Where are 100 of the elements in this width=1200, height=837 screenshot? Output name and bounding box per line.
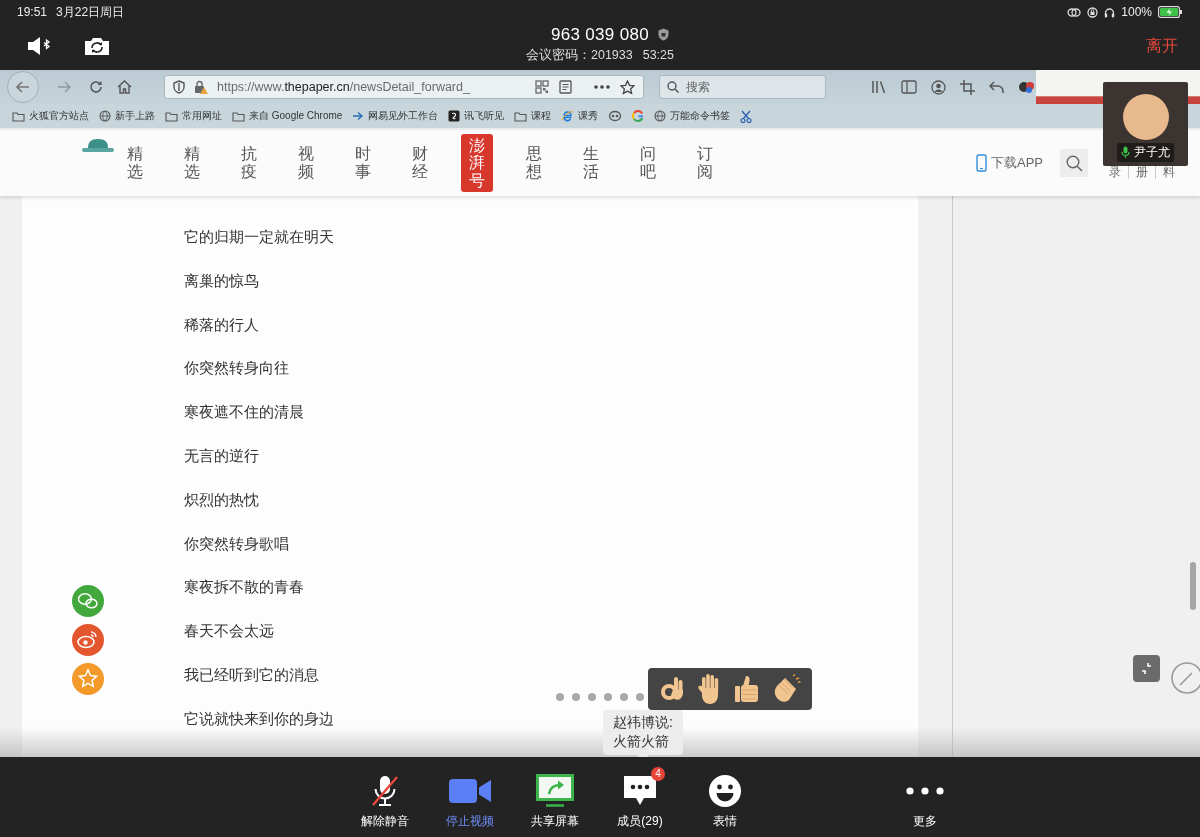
search-button[interactable] — [1060, 149, 1088, 177]
page-dot-icon[interactable] — [636, 693, 644, 701]
phone-icon — [976, 154, 987, 172]
scrollbar-thumb[interactable] — [1190, 562, 1196, 610]
bookmark-link[interactable]: 课程 — [514, 109, 552, 123]
page-dot-icon[interactable] — [620, 693, 628, 701]
bookmark-link[interactable]: 常用网址 — [165, 109, 222, 123]
more-dots-icon[interactable] — [594, 85, 610, 89]
chat-dots-icon — [623, 775, 657, 807]
members-button[interactable]: 4 成员(29) — [605, 757, 675, 829]
share-screen-button[interactable]: 共享屏幕 — [520, 757, 590, 829]
stop-video-button[interactable]: 停止视频 — [435, 757, 505, 829]
search-icon — [1065, 154, 1083, 172]
swirl-eye-icon[interactable] — [72, 624, 104, 656]
article-line: 离巢的惊鸟 — [184, 270, 259, 291]
article-line: 它的归期一定就在明天 — [184, 227, 334, 247]
thumbs-up-icon[interactable] — [733, 674, 761, 704]
chat-bubbles-icon[interactable] — [72, 585, 104, 617]
meeting-password: 会议密码：201933 — [526, 46, 633, 64]
page-dot-icon[interactable] — [588, 693, 596, 701]
reader-icon[interactable] — [559, 80, 572, 94]
folder-icon — [514, 110, 528, 122]
bookmark-link[interactable]: 网易见外工作台 — [352, 109, 439, 123]
more-button[interactable]: 更多 — [890, 757, 960, 829]
battery-icon — [1158, 6, 1182, 18]
nav-tab[interactable]: 问吧 — [632, 141, 664, 185]
smiley-icon — [709, 775, 741, 807]
link-icon — [1067, 7, 1082, 17]
e-logo-icon — [561, 110, 575, 122]
undo-icon[interactable] — [989, 80, 1004, 94]
rotation-lock-icon — [1087, 6, 1099, 18]
color-dots-icon[interactable] — [1018, 80, 1036, 94]
nav-tab[interactable]: 订阅 — [689, 141, 721, 185]
square-logo-icon — [448, 110, 461, 122]
article-line: 你突然转身向往 — [184, 358, 289, 379]
bookmark-link[interactable]: 讯飞听见 — [448, 109, 505, 123]
article-line: 寒夜遮不住的清晨 — [184, 402, 304, 423]
chat-message: 火箭火箭 — [613, 732, 670, 751]
nav-tab[interactable]: 财经 — [404, 141, 436, 185]
dial-icon[interactable] — [1170, 661, 1200, 695]
article-line: 寒夜拆不散的青春 — [184, 577, 304, 598]
nav-tab[interactable]: 精选 — [176, 141, 208, 185]
leave-button[interactable]: 离开 — [1144, 33, 1180, 59]
meeting-duration: 53:25 — [642, 48, 674, 62]
nav-tab[interactable]: 抗疫 — [233, 141, 265, 185]
status-time: 19:51 — [17, 5, 48, 19]
nav-tab[interactable]: 时事 — [347, 141, 379, 185]
article-line: 稀落的行人 — [184, 314, 259, 335]
url-text[interactable]: https://www.thepaper.cn/newsDetail_forward_ — [217, 80, 470, 94]
bookmark-link[interactable]: 来自 Google Chrome — [232, 109, 343, 123]
bookmark-link[interactable]: 课秀 — [561, 109, 599, 123]
sidebar-icon[interactable] — [901, 80, 917, 94]
address-bar[interactable]: https://www.thepaper.cn/newsDetail_forward_ — [164, 75, 644, 99]
reactions-button[interactable]: 表情 — [690, 757, 760, 829]
reload-icon[interactable] — [89, 80, 103, 94]
account-link[interactable]: 录 — [1102, 165, 1128, 179]
search-field[interactable]: 搜索 — [659, 75, 826, 99]
shield-icon[interactable] — [657, 28, 669, 41]
scissors-icon[interactable] — [740, 109, 753, 123]
nav-tab[interactable]: 视频 — [290, 141, 322, 185]
headphones-icon — [1104, 6, 1116, 18]
color-ring-icon[interactable] — [632, 110, 645, 122]
home-icon[interactable] — [117, 80, 132, 94]
download-app-link[interactable]: 下载APP — [976, 154, 1043, 172]
more-dots-icon — [906, 787, 944, 795]
page-dot-icon[interactable] — [604, 693, 612, 701]
collapse-button[interactable] — [1133, 655, 1160, 682]
article-line: 你突然转身歌唱 — [184, 533, 289, 554]
meeting-id: 963 039 080 — [551, 24, 649, 45]
unmute-button[interactable]: 解除静音 — [350, 757, 420, 829]
ring-icon[interactable] — [608, 110, 623, 122]
video-tile[interactable]: 尹子尤 — [1103, 82, 1188, 166]
account-icon[interactable] — [931, 79, 946, 95]
crop-icon[interactable] — [960, 79, 975, 95]
nav-tab[interactable]: 澎湃号 — [461, 133, 493, 193]
left-arrow-icon — [16, 81, 30, 93]
bookmark-link[interactable]: 万能命令书签 — [654, 109, 731, 123]
nav-tab[interactable]: 思想 — [518, 141, 550, 185]
logo-icon[interactable] — [80, 138, 116, 154]
article-line: 炽烈的热忱 — [184, 489, 259, 510]
bookmark-link[interactable]: 火狐官方站点 — [12, 109, 89, 123]
battery-percent: 100% — [1121, 5, 1152, 19]
shrink-icon — [1140, 662, 1153, 675]
lock-warning-icon[interactable] — [194, 80, 208, 94]
notification-badge: 4 — [651, 767, 665, 781]
avatar-image — [1122, 94, 1169, 140]
page-dot-icon[interactable] — [556, 693, 564, 701]
bookmark-link[interactable]: 新手上路 — [99, 109, 155, 123]
search-icon — [667, 81, 679, 93]
chat-sender: 赵祎博说: — [613, 713, 673, 732]
star-icon[interactable] — [620, 79, 635, 95]
camera-switch-icon[interactable] — [84, 36, 110, 56]
shield-icon[interactable] — [173, 80, 185, 94]
qr-code-icon[interactable] — [535, 80, 549, 94]
page-dot-icon[interactable] — [572, 693, 580, 701]
folder-icon — [165, 110, 178, 122]
globe-icon — [654, 110, 667, 122]
nav-tab[interactable]: 生活 — [575, 141, 607, 185]
library-icon[interactable] — [871, 80, 887, 94]
nav-tab[interactable]: 精选 — [119, 141, 151, 185]
